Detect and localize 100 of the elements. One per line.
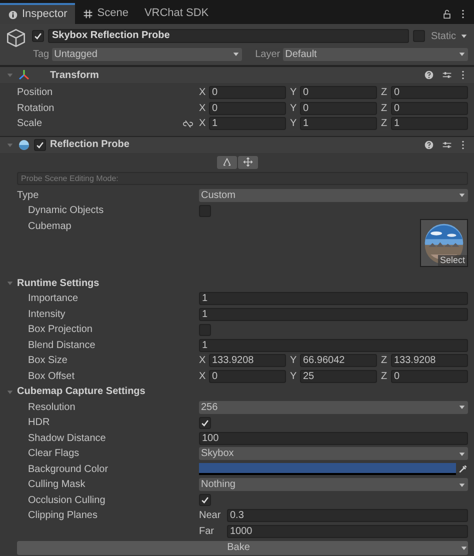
caret-icon <box>460 544 468 552</box>
input-field[interactable]: 100 <box>199 432 468 445</box>
caret-icon <box>232 50 240 58</box>
cube-icon[interactable] <box>6 28 26 48</box>
field-label: Clear Flags <box>28 447 80 462</box>
help-icon[interactable] <box>424 140 434 150</box>
bake-button[interactable]: Bake <box>17 541 468 555</box>
caret-icon <box>458 450 466 458</box>
tag-label: Tag <box>33 48 50 62</box>
input-field[interactable]: 0 <box>300 86 377 100</box>
static-label: Static <box>430 30 456 44</box>
section-header[interactable]: Runtime Settings <box>17 276 100 291</box>
input-field[interactable]: 1 <box>391 117 468 130</box>
tab[interactable]: VRChat SDK <box>136 3 217 24</box>
tab[interactable]: Inspector <box>0 3 76 24</box>
checkbox[interactable] <box>199 494 211 506</box>
field-label: Scale <box>17 117 42 132</box>
presets-icon[interactable] <box>442 70 452 80</box>
field-label: Dynamic Objects <box>28 204 104 218</box>
section-header[interactable]: Cubemap Capture Settings <box>17 384 146 400</box>
axis-label: Z <box>381 117 388 132</box>
dropdown[interactable]: 256 <box>199 400 468 414</box>
axis-label: X <box>199 86 207 100</box>
input-field[interactable]: 0 <box>391 86 468 100</box>
tab[interactable]: Scene <box>75 3 136 24</box>
plane-label: Near <box>199 509 222 524</box>
axis-label: Y <box>290 86 298 100</box>
field-label: Blend Distance <box>28 338 96 353</box>
field-label: Cubemap <box>28 220 72 234</box>
input-field[interactable]: 0 <box>391 102 468 115</box>
axis-label: Z <box>381 86 388 100</box>
edit-mode-button[interactable] <box>216 156 236 168</box>
axis-label: Z <box>381 370 388 384</box>
axis-label: Y <box>290 354 298 368</box>
name-field[interactable]: Skybox Reflection Probe <box>48 29 409 43</box>
field-label: Resolution <box>28 400 76 415</box>
input-field[interactable]: 1 <box>199 308 468 321</box>
checkbox[interactable] <box>199 416 211 429</box>
field-label: Background Color <box>28 462 108 477</box>
input-field[interactable]: 1 <box>209 117 286 130</box>
info-icon <box>8 10 18 20</box>
input-field[interactable]: 1 <box>300 117 377 130</box>
field-label: Clipping Planes <box>28 509 98 524</box>
checkbox[interactable] <box>32 30 44 42</box>
dropdown[interactable]: Default <box>283 48 468 60</box>
input-field[interactable]: 0.3 <box>227 509 468 522</box>
layer-label: Layer <box>255 48 280 62</box>
field-label: Importance <box>28 292 78 306</box>
axis-label: Y <box>290 102 298 116</box>
field-label: Rotation <box>17 102 54 116</box>
sphere-icon <box>18 138 30 150</box>
axis-label: X <box>199 102 207 116</box>
input-field[interactable]: 133.9208 <box>391 354 468 368</box>
input-field[interactable]: 0 <box>209 86 286 100</box>
move-icon <box>242 157 252 167</box>
axis-label: Z <box>381 102 388 116</box>
broken-link-icon[interactable] <box>183 118 193 129</box>
check-icon <box>200 495 210 506</box>
lock-icon[interactable] <box>442 8 452 18</box>
component-header[interactable]: Transform <box>0 66 474 83</box>
bounds-icon <box>222 157 232 167</box>
field-label: Intensity <box>28 308 66 322</box>
field-label: Type <box>17 188 39 203</box>
axis-label: X <box>199 354 207 368</box>
help-icon[interactable] <box>424 70 434 80</box>
move-mode-button[interactable] <box>238 156 258 168</box>
input-field[interactable]: 66.96042 <box>300 354 377 368</box>
dropdown[interactable]: Custom <box>199 188 468 202</box>
presets-icon[interactable] <box>442 140 452 150</box>
input-field[interactable]: 1000 <box>227 524 468 538</box>
field-label: Box Size <box>28 354 68 368</box>
input-field[interactable]: 0 <box>209 370 286 383</box>
input-field[interactable]: 0 <box>209 102 286 115</box>
cubemap-slot[interactable]: Select <box>420 218 468 266</box>
input-field[interactable]: 1 <box>199 338 468 352</box>
input-field[interactable]: 0 <box>300 102 377 115</box>
checkbox[interactable] <box>412 30 425 42</box>
caret-icon <box>460 32 468 40</box>
input-field[interactable]: 1 <box>199 292 468 306</box>
axis-label: Y <box>290 370 298 384</box>
field-label: Shadow Distance <box>28 432 106 446</box>
input-field[interactable]: 0 <box>391 370 468 383</box>
checkbox[interactable] <box>34 138 46 150</box>
dropdown[interactable]: Nothing <box>199 478 468 492</box>
caret-icon <box>458 50 466 58</box>
eyedropper-icon[interactable] <box>458 464 468 474</box>
field-label: Culling Mask <box>28 478 86 492</box>
field-label: Box Projection <box>28 323 92 338</box>
input-field[interactable]: 133.9208 <box>209 354 286 368</box>
component-header[interactable]: Reflection Probe <box>0 136 474 152</box>
caret-icon <box>458 191 466 200</box>
axis-label: X <box>199 117 207 132</box>
field-label: HDR <box>28 416 50 430</box>
input-field[interactable]: 25 <box>300 370 377 383</box>
check-icon <box>33 31 43 41</box>
dropdown[interactable]: Untagged <box>52 48 242 60</box>
axes-icon <box>18 69 30 81</box>
color-swatch[interactable] <box>199 463 456 476</box>
plane-label: Far <box>199 524 215 539</box>
dropdown[interactable]: Skybox <box>199 447 468 460</box>
